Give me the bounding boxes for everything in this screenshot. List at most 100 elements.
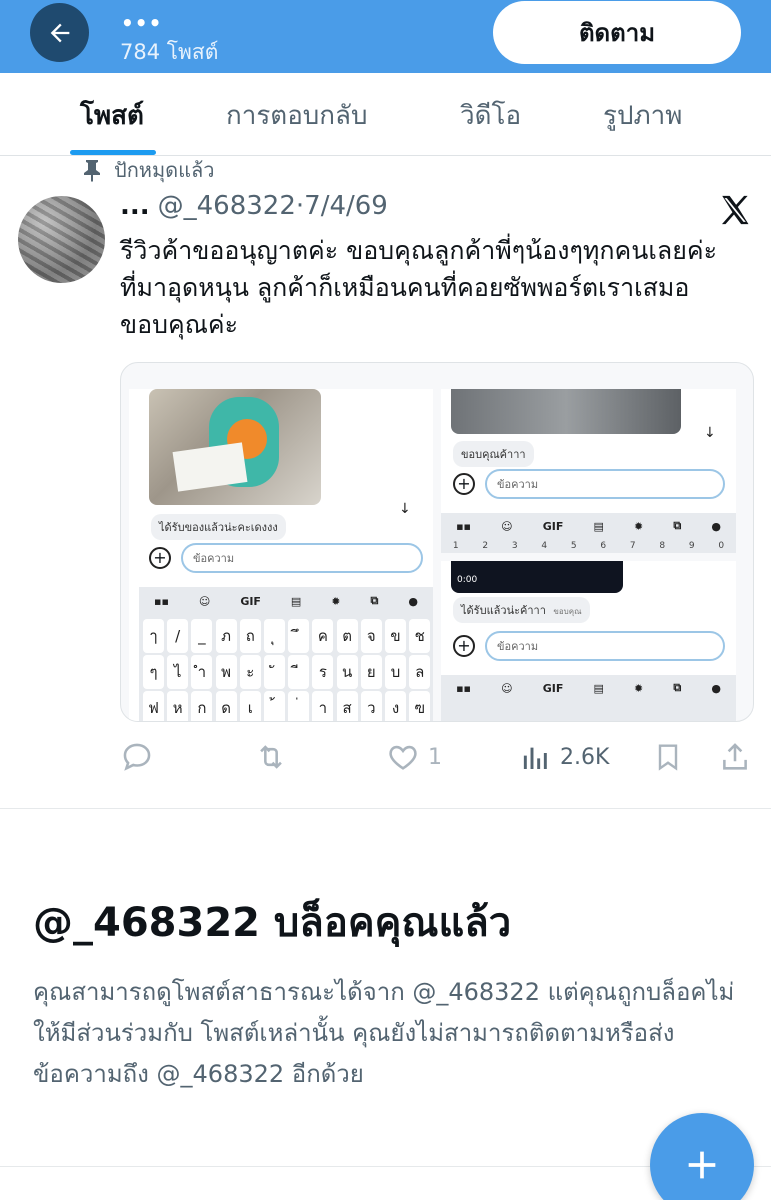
share-button[interactable] — [718, 733, 752, 781]
scroll-down-icon: ↓ — [704, 425, 716, 441]
follow-button[interactable]: ติดตาม — [493, 1, 741, 64]
keyboard-key: ล — [409, 655, 431, 689]
keyboard-key: จ — [360, 619, 382, 653]
post-actions: 1 2.6K — [120, 733, 760, 781]
keyboard-key: ั — [264, 655, 285, 689]
keyboard-key: ก — [191, 691, 213, 721]
keyboard-key: ห — [167, 691, 189, 721]
profile-header: ••• 784 โพสต์ ติดตาม — [0, 0, 771, 73]
video-time: 0:00 — [457, 575, 478, 585]
repost-button[interactable] — [253, 733, 297, 781]
chat-bubble-text: ได้รับแล้วน่ะค้าาา — [461, 604, 546, 617]
translate-icon: ⧉ — [673, 519, 682, 532]
clipboard-icon: ▤ — [290, 594, 302, 608]
scroll-down-icon: ↓ — [399, 501, 411, 517]
settings-icon: ✹ — [331, 594, 341, 608]
pinned-indicator: ปักหมุดแล้ว — [82, 156, 215, 184]
keyboard-key: ้ — [264, 691, 285, 721]
apps-icon: ▪▪ — [456, 681, 471, 695]
keyboard-key: ฃ — [409, 691, 431, 721]
chat-input-row: + ข้อความ — [453, 631, 725, 661]
keyboard-keys — [441, 701, 736, 721]
post-display-name[interactable]: ... — [120, 191, 150, 221]
translate-icon: ⧉ — [370, 594, 379, 607]
sticker-icon: ☺ — [501, 519, 513, 533]
views-count: 2.6K — [560, 744, 610, 770]
sticker-icon: ☺ — [501, 681, 513, 695]
sticker-icon: ☺ — [198, 594, 211, 608]
heart-icon — [389, 745, 417, 770]
keyboard-toolbar: ▪▪ ☺ GIF ▤ ✹ ⧉ ● — [441, 675, 736, 701]
keyboard-key: ฟ — [143, 691, 164, 721]
gif-label: GIF — [542, 681, 564, 695]
chat-bubble: ได้รับของแล้วน่ะคะเดงงง — [151, 514, 286, 540]
tab-videos[interactable]: วิดีโอ — [460, 95, 521, 136]
keyboard-key: ง — [385, 691, 406, 721]
keyboard-key: ภ — [215, 619, 237, 653]
keyboard-key: า — [312, 691, 334, 721]
chat-input-row: + ข้อความ — [149, 543, 423, 573]
avatar[interactable] — [18, 196, 105, 283]
tab-photos[interactable]: รูปภาพ — [603, 95, 682, 136]
reply-button[interactable] — [120, 733, 162, 781]
mic-icon: ● — [711, 681, 721, 695]
bookmark-button[interactable] — [652, 733, 684, 781]
like-button[interactable]: 1 — [386, 733, 442, 781]
keyboard-key: ส — [336, 691, 358, 721]
keyboard-key: ย — [360, 655, 382, 689]
chat-bubble: ได้รับแล้วน่ะค้าาา ขอบคุณ — [453, 597, 590, 623]
views-button[interactable]: 2.6K — [520, 733, 609, 781]
tab-replies[interactable]: การตอบกลับ — [226, 95, 368, 136]
divider — [0, 808, 771, 809]
keyboard-key: ๅ — [143, 619, 164, 653]
post-count: 784 โพสต์ — [120, 40, 219, 64]
plus-icon — [688, 1151, 716, 1179]
keyboard-key: ไ — [167, 655, 189, 689]
keyboard-key: ึ — [288, 619, 310, 653]
compose-button[interactable] — [650, 1113, 754, 1200]
keyboard-key: ข — [385, 619, 406, 653]
keyboard-key: ำ — [191, 655, 213, 689]
keyboard-key: ช — [409, 619, 431, 653]
back-button[interactable] — [30, 3, 89, 62]
post-header: ... @_468322·7/4/69 — [120, 191, 388, 221]
keyboard-keys: ๅ/_ภถุึคตจขชๆไำพะัีรนยบลฟหกดเ้่าสวงฃ — [139, 615, 433, 721]
reply-icon — [123, 743, 151, 771]
keyboard-toolbar: ▪▪ ☺ GIF ▤ ✹ ⧉ ● — [139, 587, 433, 615]
views-icon — [523, 747, 547, 769]
post-media[interactable]: ได้รับของแล้วน่ะคะเดงงง ↓ + ข้อความ ▪▪ ☺… — [120, 362, 754, 722]
settings-icon: ✹ — [634, 519, 644, 533]
chat-input: ข้อความ — [181, 543, 423, 573]
keyboard-key: น — [336, 655, 358, 689]
post-handle-date[interactable]: @_468322·7/4/69 — [158, 191, 388, 221]
x-logo-icon[interactable] — [718, 193, 752, 227]
blocked-title: @_468322 บล็อคคุณแล้ว — [33, 900, 512, 946]
keyboard-key: บ — [385, 655, 406, 689]
gif-label: GIF — [542, 519, 564, 533]
keyboard-key: ะ — [239, 655, 261, 689]
mic-icon: ● — [408, 594, 418, 608]
pin-icon — [84, 160, 100, 182]
keyboard-key: ถ — [239, 619, 261, 653]
profile-name: ••• — [121, 11, 163, 35]
blocked-description: คุณสามารถดูโพสต์สาธารณะได้จาก @_468322 แ… — [33, 978, 735, 1088]
bookmark-icon — [658, 744, 678, 771]
add-circle-icon: + — [453, 473, 475, 495]
keyboard-key: ด — [215, 691, 237, 721]
media-photo-plush — [149, 389, 321, 505]
chat-bubble: ขอบคุณค้าาา — [453, 441, 534, 467]
apps-icon: ▪▪ — [153, 594, 169, 608]
media-screenshot-1: ได้รับของแล้วน่ะคะเดงงง ↓ + ข้อความ ▪▪ ☺… — [129, 389, 433, 721]
media-screenshot-3: 0:00 ได้รับแล้วน่ะค้าาา ขอบคุณ + ข้อความ… — [441, 561, 736, 721]
keyboard-key: ต — [336, 619, 358, 653]
settings-icon: ✹ — [634, 681, 644, 695]
keyboard-number-hints: 1234567890 — [441, 539, 736, 553]
keyboard-key: ๆ — [143, 655, 164, 689]
arrow-left-icon — [50, 23, 69, 42]
tab-posts[interactable]: โพสต์ — [80, 95, 144, 136]
gif-label: GIF — [240, 594, 261, 608]
like-count: 1 — [428, 744, 442, 770]
media-screenshot-2: ขอบคุณค้าาา ↓ + ข้อความ ▪▪ ☺ GIF ▤ ✹ ⧉ ●… — [441, 389, 736, 553]
keyboard-key: ่ — [288, 691, 310, 721]
chat-input: ข้อความ — [485, 469, 725, 499]
